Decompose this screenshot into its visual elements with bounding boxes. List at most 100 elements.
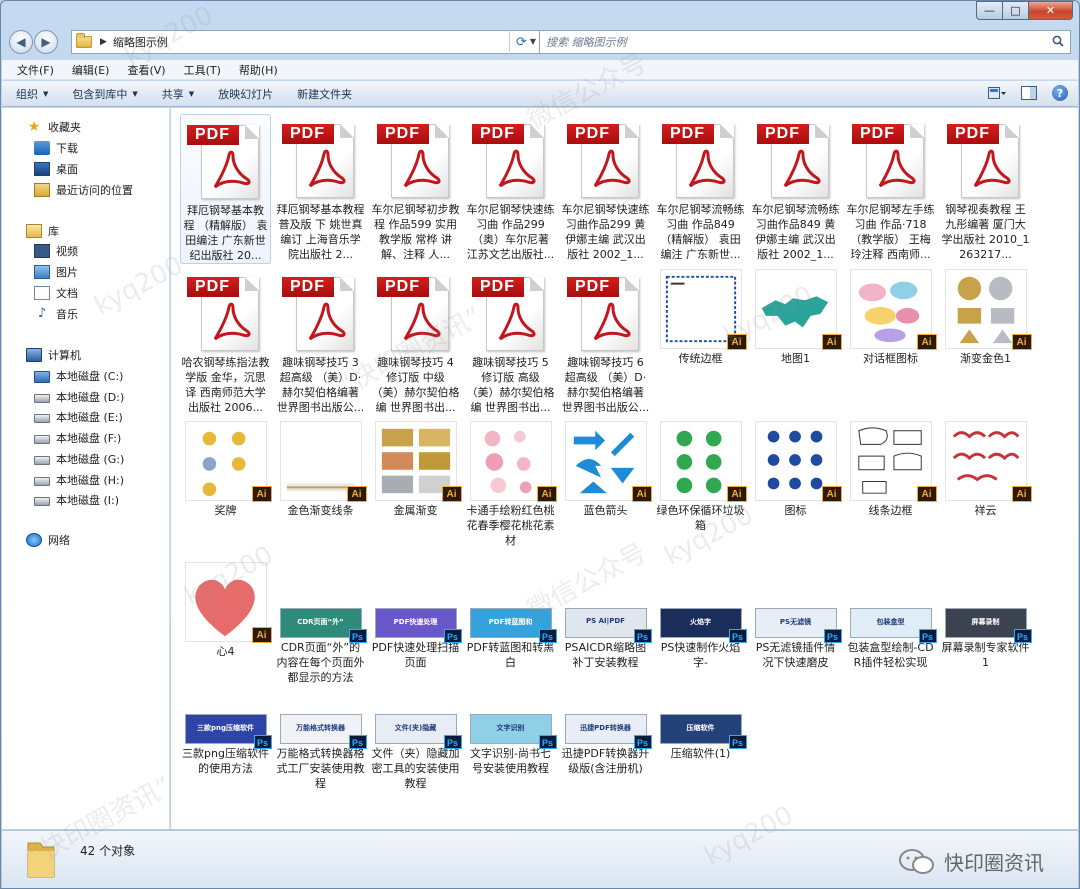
slideshow-button[interactable]: 放映幻灯片 xyxy=(218,86,273,102)
ai-badge-icon: Ai xyxy=(346,486,367,502)
file-item-pdf[interactable]: PDF 车尔尼钢琴左手练习曲 作品·718 （教学版） 王梅玲注释 西南师... xyxy=(845,114,936,262)
file-item-ai[interactable]: Ai 绿色环保循环垃圾箱 xyxy=(655,419,747,533)
file-item-ai[interactable]: Ai 传统边框 xyxy=(655,267,747,366)
menu-item[interactable]: 文件(F) xyxy=(8,62,63,78)
breadcrumb-current[interactable]: 缩略图示例 xyxy=(113,34,168,50)
file-item-ps[interactable]: PS AI|PDF Ps PSAICDR缩略图补丁安装教程 xyxy=(560,606,652,670)
nav-item-drive-5[interactable]: 本地磁盘 (H:) xyxy=(2,470,170,490)
file-item-ps[interactable]: PS无滤镜 Ps PS无滤镜插件情况下快速磨皮 xyxy=(750,606,842,670)
address-bar[interactable]: ▶ 缩略图示例 ▼ xyxy=(71,30,541,54)
organize-button[interactable]: 组织 ▼ xyxy=(16,86,48,102)
preview-pane-button[interactable] xyxy=(1020,85,1038,101)
nav-item-fav-2[interactable]: 最近访问的位置 xyxy=(2,180,170,200)
file-item-ps[interactable]: 包装盒型 Ps 包装盒型绘制-CDR插件轻松实现 xyxy=(845,606,937,670)
nav-item-lib-0[interactable]: 视频 xyxy=(2,241,170,261)
nav-item-drive-4[interactable]: 本地磁盘 (G:) xyxy=(2,449,170,469)
pdf-file-icon: PDF xyxy=(851,120,930,200)
nav-computer[interactable]: 计算机 xyxy=(2,345,170,365)
search-input[interactable]: 搜索 缩略图示例 xyxy=(539,30,1071,54)
star-icon: ★ xyxy=(27,119,41,135)
file-item-ai[interactable]: Ai 心4 xyxy=(180,560,272,659)
nav-item-drive-1[interactable]: 本地磁盘 (D:) xyxy=(2,387,170,407)
file-item-ps[interactable]: 迅捷PDF转换器 Ps 迅捷PDF转换器升级版(含注册机) xyxy=(560,712,652,776)
help-icon[interactable]: ? xyxy=(1052,85,1068,101)
file-item-ps[interactable]: PDF快速处理 Ps PDF快速处理扫描页面 xyxy=(370,606,462,670)
file-item-ps[interactable]: 文件(夹)隐藏 Ps 文件（夹）隐藏加密工具的安装使用教程 xyxy=(370,712,462,791)
file-item-pdf[interactable]: PDF 车尔尼钢琴流畅练习曲作品849 黄伊娜主编 武汉出版社 2002_1... xyxy=(750,114,841,262)
file-item-ai[interactable]: Ai 金色渐变线条 xyxy=(275,419,367,518)
file-item-ai[interactable]: Ai 图标 xyxy=(750,419,842,518)
nav-libraries[interactable]: 库 xyxy=(2,221,170,241)
file-item-pdf[interactable]: PDF 车尔尼钢琴快速练习曲作品299 黄伊娜主编 武汉出版社 2002_1... xyxy=(560,114,651,262)
back-button[interactable]: ◀ xyxy=(9,30,33,54)
file-item-ai[interactable]: Ai 对话框图标 xyxy=(845,267,937,366)
file-item-ai[interactable]: Ai 祥云 xyxy=(940,419,1032,518)
nav-item-drive-2[interactable]: 本地磁盘 (E:) xyxy=(2,407,170,427)
file-item-ps[interactable]: 屏幕录制 Ps 屏幕录制专家软件1 xyxy=(940,606,1032,670)
nav-item-drive-0[interactable]: 本地磁盘 (C:) xyxy=(2,366,170,386)
file-item-ai[interactable]: Ai 渐变金色1 xyxy=(940,267,1032,366)
file-item-ai[interactable]: Ai 地图1 xyxy=(750,267,842,366)
pdf-file-icon: PDF xyxy=(661,120,740,200)
file-item-ai[interactable]: Ai 奖牌 xyxy=(180,419,272,518)
close-button[interactable]: ✕ xyxy=(1029,1,1073,20)
ai-file-thumbnail: Ai xyxy=(754,421,842,502)
new-folder-button[interactable]: 新建文件夹 xyxy=(297,86,352,102)
search-icon[interactable] xyxy=(1052,35,1064,47)
nav-item-lib-1[interactable]: 图片 xyxy=(2,262,170,282)
nav-favorites[interactable]: ★ 收藏夹 xyxy=(2,117,170,137)
file-item-ps[interactable]: 压缩软件 Ps 压缩软件(1) xyxy=(655,712,747,761)
nav-item-lib-3[interactable]: ♪ 音乐 xyxy=(2,304,170,324)
nav-item-fav-1[interactable]: 桌面 xyxy=(2,159,170,179)
ps-file-thumbnail: PDF快速处理 Ps xyxy=(374,608,462,643)
file-item-ps[interactable]: 火焰字 Ps PS快速制作火焰字- xyxy=(655,606,747,670)
file-item-pdf[interactable]: PDF 趣味钢琴技巧 3 超高级 （美）D·赫尔契伯格编著 世界图书出版公... xyxy=(275,267,366,415)
refresh-button[interactable]: ⟳ xyxy=(509,30,533,54)
file-item-ps[interactable]: 三款png压缩软件 Ps 三款png压缩软件的使用方法 xyxy=(180,712,272,776)
menu-item[interactable]: 查看(V) xyxy=(118,62,174,78)
file-item-ps[interactable]: CDR页面“外” Ps CDR页面“外”的内容在每个页面外都显示的方法 xyxy=(275,606,367,685)
share-button[interactable]: 共享 ▼ xyxy=(162,86,194,102)
nav-network[interactable]: 网络 xyxy=(2,530,170,550)
file-name: 金色渐变线条 xyxy=(287,504,354,517)
ps-file-thumbnail: 文件(夹)隐藏 Ps xyxy=(374,714,462,749)
file-item-pdf[interactable]: PDF 拜厄钢琴基本教程 普及版 下 姚世真编订 上海音乐学院出版社 2... xyxy=(275,114,366,262)
file-item-ai[interactable]: Ai 线条边框 xyxy=(845,419,937,518)
file-item-ai[interactable]: Ai 金属渐变 xyxy=(370,419,462,518)
desktop-icon xyxy=(34,162,50,176)
include-library-button[interactable]: 包含到库中 ▼ xyxy=(72,86,137,102)
ai-file-thumbnail: Ai xyxy=(564,421,652,502)
file-item-pdf[interactable]: PDF 拜厄钢琴基本教程 （精解版） 袁田编注 广东新世纪出版社 20... xyxy=(180,114,271,264)
pdf-file-icon: PDF xyxy=(566,273,645,353)
file-item-ps[interactable]: 文字识别 Ps 文字识别-尚书七号安装使用教程 xyxy=(465,712,557,776)
view-options-button[interactable] xyxy=(988,85,1006,101)
file-item-pdf[interactable]: PDF 趣味钢琴技巧 4 修订版 中级 （美）赫尔契伯格编 世界图书出... xyxy=(370,267,461,415)
breadcrumb-arrow-icon[interactable]: ▶ xyxy=(100,37,107,47)
file-name: 对话框图标 xyxy=(863,352,918,365)
nav-item-fav-0[interactable]: 下载 xyxy=(2,138,170,158)
file-item-ai[interactable]: Ai 卡通手绘粉红色桃花春季樱花桃花素材 xyxy=(465,419,557,548)
menu-item[interactable]: 工具(T) xyxy=(175,62,230,78)
file-name: 万能格式转换器格式工厂安装使用教程 xyxy=(276,747,365,790)
file-item-ps[interactable]: PDF转蓝图和 Ps PDF转蓝图和转黑白 xyxy=(465,606,557,670)
file-item-pdf[interactable]: PDF 趣味钢琴技巧 5 修订版 高级 （美）赫尔契伯格编 世界图书出... xyxy=(465,267,556,415)
file-item-pdf[interactable]: PDF 趣味钢琴技巧 6 超高级 （美）D·赫尔契伯格编著 世界图书出版公... xyxy=(560,267,651,415)
minimize-button[interactable]: — xyxy=(976,1,1003,20)
refresh-icon: ⟳ xyxy=(516,34,527,50)
nav-item-drive-6[interactable]: 本地磁盘 (I:) xyxy=(2,490,170,510)
file-item-pdf[interactable]: PDF 车尔尼钢琴初步教程 作品599 实用教学版 常桦 讲解、注释 人... xyxy=(370,114,461,262)
file-item-pdf[interactable]: PDF 车尔尼钢琴流畅练习曲 作品849 （精解版） 袁田编注 广东新世... xyxy=(655,114,746,262)
file-item-pdf[interactable]: PDF 哈农钢琴练指法教学版 金华，沉思译 西南师范大学出版社 2006... xyxy=(180,267,271,415)
nav-item-drive-3[interactable]: 本地磁盘 (F:) xyxy=(2,428,170,448)
file-item-ai[interactable]: Ai 蓝色箭头 xyxy=(560,419,652,518)
maximize-button[interactable]: □ xyxy=(1003,1,1029,20)
nav-item-lib-2[interactable]: 文档 xyxy=(2,283,170,303)
file-item-pdf[interactable]: PDF 车尔尼钢琴快速练习曲 作品299 （奥）车尔尼著 江苏文艺出版社... xyxy=(465,114,556,262)
menu-item[interactable]: 帮助(H) xyxy=(230,62,287,78)
file-item-pdf[interactable]: PDF 钢琴视奏教程 王九彤编著 厦门大学出版社 2010_1263217... xyxy=(940,114,1031,262)
file-item-ps[interactable]: 万能格式转换器 Ps 万能格式转换器格式工厂安装使用教程 xyxy=(275,712,367,791)
menu-item[interactable]: 编辑(E) xyxy=(63,62,119,78)
ps-file-thumbnail: PS无滤镜 Ps xyxy=(754,608,842,643)
search-placeholder: 搜索 缩略图示例 xyxy=(546,36,627,49)
forward-button[interactable]: ▶ xyxy=(34,30,58,54)
